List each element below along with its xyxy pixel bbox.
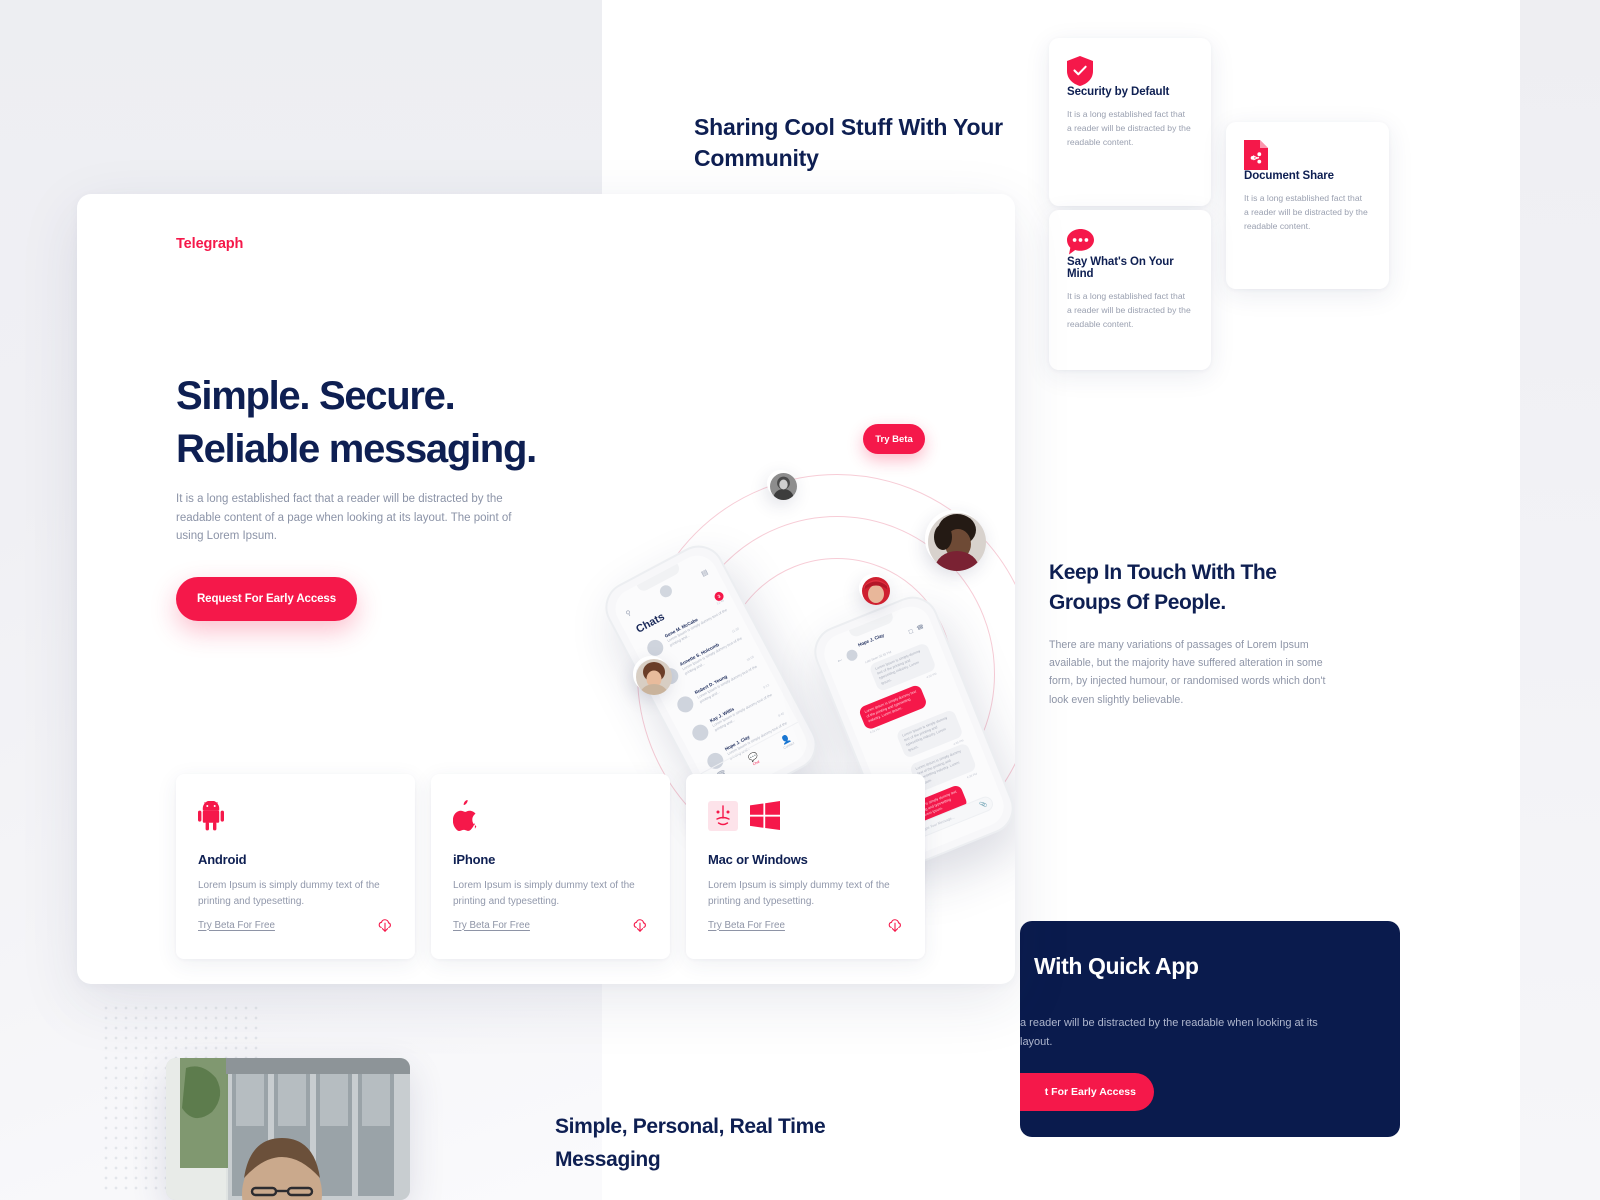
- avatar: [674, 693, 697, 716]
- bottom-photo: [166, 1058, 410, 1200]
- feature-card-say-whats-on-your-mind[interactable]: Say What's On Your Mind It is a long est…: [1049, 210, 1211, 370]
- platform-card-title: Mac or Windows: [708, 852, 808, 867]
- menu-icon[interactable]: ▤: [700, 568, 709, 578]
- dark-cta-heading: With Quick App: [1034, 953, 1199, 979]
- chat-bubble-icon: [1067, 228, 1191, 256]
- platform-card-title: iPhone: [453, 852, 496, 867]
- feature-card-title: Document Share: [1244, 170, 1334, 182]
- platform-card-mac-or-windows[interactable]: Mac or Windows Lorem Ipsum is simply dum…: [686, 774, 925, 959]
- platform-card-android[interactable]: Android Lorem Ipsum is simply dummy text…: [176, 774, 415, 959]
- brand-logo[interactable]: Telegraph: [176, 236, 243, 252]
- platform-card-footer: Try Beta For Free: [708, 917, 903, 933]
- android-icon: [198, 799, 224, 836]
- dark-cta-request-early-access-button[interactable]: t For Early Access: [1020, 1073, 1154, 1111]
- keep-in-touch-heading: Keep In Touch With The Groups Of People.: [1049, 561, 1277, 615]
- windows-icon: [750, 801, 780, 835]
- platform-card-body: Lorem Ipsum is simply dummy text of the …: [453, 880, 635, 907]
- shield-check-icon: [1067, 56, 1191, 86]
- try-beta-button[interactable]: Try Beta: [863, 424, 925, 454]
- avatar: [633, 656, 672, 695]
- download-cloud-icon[interactable]: [377, 917, 393, 933]
- platform-card-body: Lorem Ipsum is simply dummy text of the …: [708, 880, 890, 907]
- feature-card-document-share[interactable]: Document Share It is a long established …: [1226, 122, 1389, 289]
- page-canvas: Sharing Cool Stuff With Your Community S…: [0, 0, 1600, 1200]
- tab-chat[interactable]: 💬 Chat: [746, 750, 761, 766]
- message-text: Lorem Ipsum is simply dummy text of the …: [863, 689, 917, 724]
- feature-card-body: It is a long established fact that a rea…: [1244, 193, 1368, 232]
- background-panel-top: [0, 0, 602, 190]
- mac-finder-icon: [708, 800, 738, 836]
- search-icon[interactable]: ⚲: [624, 609, 633, 619]
- avatar: [657, 583, 675, 600]
- background-panel-right: [1520, 0, 1600, 1200]
- platform-icons: [198, 798, 393, 838]
- download-cloud-icon[interactable]: [887, 917, 903, 933]
- message-time: 4:32 PM: [869, 727, 881, 735]
- platform-card-iphone[interactable]: iPhone Lorem Ipsum is simply dummy text …: [431, 774, 670, 959]
- apple-icon: [452, 800, 478, 836]
- dark-cta-paragraph: a reader will be distracted by the reada…: [1020, 1017, 1318, 1049]
- feature-card-security[interactable]: Security by Default It is a long establi…: [1049, 38, 1211, 206]
- feature-card-title: Security by Default: [1067, 86, 1170, 98]
- hero-headline: Simple. Secure. Reliable messaging.: [176, 370, 596, 476]
- avatar: [925, 510, 986, 571]
- back-arrow-icon[interactable]: ←: [835, 655, 844, 664]
- try-beta-for-free-link[interactable]: Try Beta For Free: [453, 920, 530, 931]
- hero-paragraph: It is a long established fact that a rea…: [176, 493, 512, 543]
- try-beta-for-free-link[interactable]: Try Beta For Free: [198, 920, 275, 931]
- phone-screen-title: Chats: [634, 610, 667, 636]
- call-icon[interactable]: ☎: [915, 623, 925, 631]
- conversation-contact-name: Hope J. Clay: [857, 632, 885, 648]
- avatar: [767, 470, 797, 500]
- hero-card: Telegraph Try Beta Simple. Secure. Relia…: [77, 194, 1015, 984]
- feature-card-body: It is a long established fact that a rea…: [1067, 109, 1191, 148]
- section-heading-sharing: Sharing Cool Stuff With Your Community: [694, 114, 1003, 172]
- platform-icons: [708, 798, 903, 838]
- avatar: [859, 574, 890, 605]
- avatar: [689, 721, 712, 744]
- platform-card-footer: Try Beta For Free: [198, 917, 393, 933]
- feature-card-title: Say What's On Your Mind: [1067, 256, 1174, 280]
- keep-in-touch-paragraph: There are many variations of passages of…: [1049, 639, 1326, 706]
- message-time: 4:38 PM: [966, 771, 978, 780]
- feature-card-body: It is a long established fact that a rea…: [1067, 291, 1191, 330]
- try-beta-for-free-link[interactable]: Try Beta For Free: [708, 920, 785, 931]
- platform-card-body: Lorem Ipsum is simply dummy text of the …: [198, 880, 380, 907]
- avatar: [844, 647, 859, 662]
- attachment-icon[interactable]: 📎: [979, 800, 988, 809]
- document-share-icon: [1244, 140, 1369, 170]
- tab-contact[interactable]: 👤 Contact: [779, 733, 795, 750]
- video-icon[interactable]: ◻: [907, 627, 914, 635]
- bottom-section-heading: Simple, Personal, Real Time Messaging: [555, 1115, 826, 1171]
- hero-headline-line-1: Simple. Secure.: [176, 374, 456, 418]
- platform-icons: [452, 798, 648, 838]
- hero-headline-line-2: Reliable messaging.: [176, 427, 537, 472]
- download-cloud-icon[interactable]: [632, 917, 648, 933]
- platform-card-footer: Try Beta For Free: [453, 917, 648, 933]
- message-time: 4:30 PM: [925, 671, 938, 679]
- platform-card-row: Android Lorem Ipsum is simply dummy text…: [176, 774, 936, 959]
- request-early-access-button[interactable]: Request For Early Access: [176, 577, 357, 621]
- message-text: Lorem Ipsum is simply dummy text of the …: [901, 715, 949, 753]
- dark-cta-panel: With Quick App a reader will be distract…: [1020, 921, 1400, 1137]
- platform-card-title: Android: [198, 852, 247, 867]
